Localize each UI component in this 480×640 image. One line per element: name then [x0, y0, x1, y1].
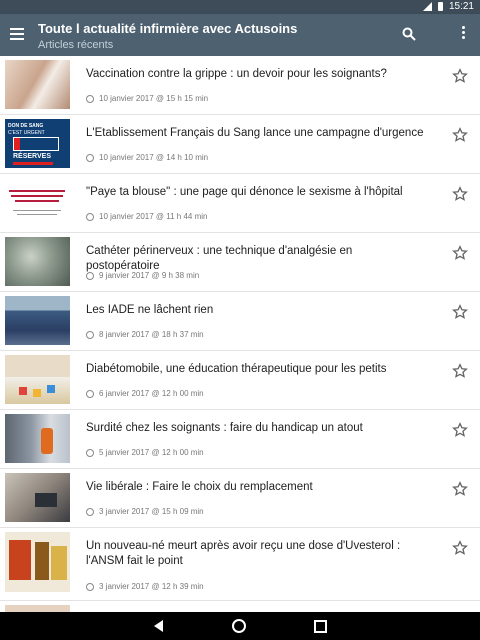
article-headline: Cathéter périnerveux : une technique d'a…	[86, 245, 353, 272]
article-item[interactable]: Cathéter périnerveux : une technique d'a…	[0, 233, 480, 292]
article-item[interactable]: Diabétomobile, une éducation thérapeutiq…	[0, 351, 480, 410]
article-date: 9 janvier 2017 @ 9 h 38 min	[99, 271, 200, 280]
battery-icon	[437, 2, 443, 11]
signal-icon	[422, 2, 432, 11]
recent-apps-icon[interactable]	[314, 620, 327, 633]
article-date: 3 janvier 2017 @ 12 h 39 min	[99, 582, 204, 591]
clock-icon	[86, 582, 94, 591]
home-icon[interactable]	[232, 619, 246, 633]
article-thumbnail	[5, 60, 70, 109]
clock-icon	[86, 507, 94, 516]
article-date: 6 janvier 2017 @ 12 h 00 min	[99, 389, 204, 398]
clock-icon	[86, 271, 94, 280]
article-headline: Vie libérale : Faire le choix du remplac…	[86, 481, 313, 493]
article-headline: Un nouveau-né meurt après avoir reçu une…	[86, 540, 401, 567]
page-title: Toute l actualité infirmière avec Actuso…	[38, 21, 298, 36]
back-icon[interactable]	[154, 620, 163, 632]
star-icon[interactable]	[452, 245, 468, 261]
article-item[interactable]: "Paye ta blouse" : une page qui dénonce …	[0, 174, 480, 233]
star-icon[interactable]	[452, 540, 468, 556]
star-icon[interactable]	[452, 186, 468, 202]
page-subtitle: Articles récents	[38, 39, 114, 51]
article-item[interactable]: Un nouveau-né meurt après avoir reçu une…	[0, 528, 480, 601]
clock-icon	[86, 212, 94, 221]
app-toolbar: Toute l actualité infirmière avec Actuso…	[0, 14, 480, 56]
clock-icon	[86, 94, 94, 103]
clock-icon	[86, 389, 94, 398]
menu-icon[interactable]	[10, 27, 24, 41]
article-headline: L'Etablissement Français du Sang lance u…	[86, 127, 424, 139]
article-item[interactable]: Les IADE ne lâchent rien 8 janvier 2017 …	[0, 292, 480, 351]
article-thumbnail	[5, 605, 70, 612]
article-date: 5 janvier 2017 @ 12 h 00 min	[99, 448, 204, 457]
clock-icon	[86, 330, 94, 339]
article-date: 10 janvier 2017 @ 14 h 10 min	[99, 153, 209, 162]
article-headline: Les IADE ne lâchent rien	[86, 304, 214, 316]
article-item[interactable]: Surdité chez les soignants : faire du ha…	[0, 410, 480, 469]
article-headline: Diabétomobile, une éducation thérapeutiq…	[86, 363, 387, 375]
article-thumbnail	[5, 414, 70, 463]
article-thumbnail	[5, 473, 70, 522]
article-date: 3 janvier 2017 @ 15 h 09 min	[99, 507, 204, 516]
status-bar: 15:21	[0, 0, 480, 14]
article-item[interactable]: Vie libérale : Faire le choix du remplac…	[0, 469, 480, 528]
article-list: Vaccination contre la grippe : un devoir…	[0, 56, 480, 612]
thumb-text-line: RÉSERVES	[13, 153, 51, 160]
clock-time: 15:21	[448, 1, 474, 12]
clock-icon	[86, 153, 94, 162]
clock-icon	[86, 448, 94, 457]
article-date: 10 janvier 2017 @ 15 h 15 min	[99, 94, 209, 103]
article-thumbnail	[5, 532, 70, 592]
article-item[interactable]: Vaccination contre la grippe : un devoir…	[0, 56, 480, 115]
star-icon[interactable]	[452, 481, 468, 497]
star-icon[interactable]	[452, 127, 468, 143]
thumb-text-line: C'EST URGENT	[8, 130, 45, 136]
star-icon[interactable]	[452, 363, 468, 379]
article-thumbnail: DON DE SANG C'EST URGENT RÉSERVES	[5, 119, 70, 168]
article-headline: Surdité chez les soignants : faire du ha…	[86, 422, 363, 434]
star-icon[interactable]	[452, 68, 468, 84]
article-thumbnail	[5, 237, 70, 286]
article-headline: "Paye ta blouse" : une page qui dénonce …	[86, 186, 403, 198]
article-date: 10 janvier 2017 @ 11 h 44 min	[99, 212, 208, 221]
article-thumbnail	[5, 355, 70, 404]
article-headline: Vaccination contre la grippe : un devoir…	[86, 68, 387, 80]
article-thumbnail	[5, 296, 70, 345]
search-icon[interactable]	[402, 27, 416, 41]
system-nav-bar	[0, 612, 480, 640]
star-icon[interactable]	[452, 422, 468, 438]
article-date: 8 janvier 2017 @ 18 h 37 min	[99, 330, 204, 339]
thumb-text-line: DON DE SANG	[8, 123, 44, 129]
article-item-partial[interactable]	[0, 601, 480, 612]
article-item[interactable]: DON DE SANG C'EST URGENT RÉSERVES L'Etab…	[0, 115, 480, 174]
star-icon[interactable]	[452, 304, 468, 320]
more-options-icon[interactable]	[460, 26, 466, 42]
article-thumbnail	[5, 178, 70, 227]
